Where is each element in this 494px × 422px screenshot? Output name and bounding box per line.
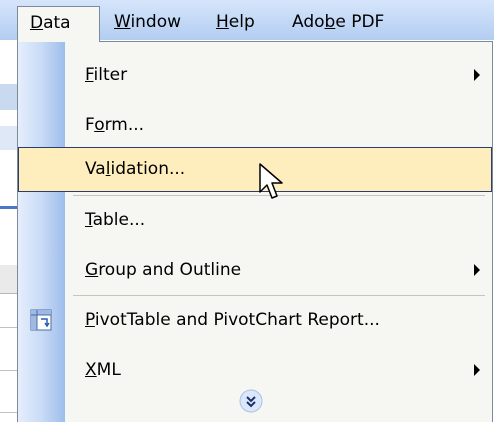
- submenu-arrow-icon: [474, 264, 480, 276]
- data-menu-dropdown: Filter Form... Validation... Table... Gr…: [17, 41, 493, 422]
- gridline: [0, 412, 18, 413]
- menu-adobe-pdf[interactable]: Adobe PDF: [284, 7, 392, 37]
- toolbar-edge: [0, 84, 18, 110]
- pivottable-icon: [30, 309, 52, 331]
- menu-item-pivottable[interactable]: PivotTable and PivotChart Report...: [18, 295, 492, 345]
- menu-item-filter[interactable]: Filter: [18, 50, 492, 100]
- gridline: [0, 327, 18, 328]
- toolbar-edge: [0, 206, 18, 209]
- gridline: [0, 370, 18, 371]
- submenu-arrow-icon: [474, 69, 480, 81]
- menu-window[interactable]: Window: [106, 7, 189, 37]
- menu-item-validation[interactable]: Validation...: [18, 147, 492, 192]
- menu-item-table[interactable]: Table...: [18, 195, 492, 245]
- sheet-background: [0, 40, 18, 422]
- mouse-cursor-icon: [259, 163, 283, 199]
- double-chevron-down-icon[interactable]: [238, 388, 264, 414]
- menu-item-form[interactable]: Form...: [18, 100, 492, 150]
- menu-data[interactable]: Data: [17, 6, 100, 42]
- menu-item-group-and-outline[interactable]: Group and Outline: [18, 245, 492, 295]
- formula-bar-edge: [0, 265, 18, 294]
- menu-help[interactable]: Help: [208, 7, 263, 37]
- menu-bar: Data Window Help Adobe PDF: [0, 0, 494, 42]
- toolbar-edge: [0, 126, 18, 150]
- submenu-arrow-icon: [474, 364, 480, 376]
